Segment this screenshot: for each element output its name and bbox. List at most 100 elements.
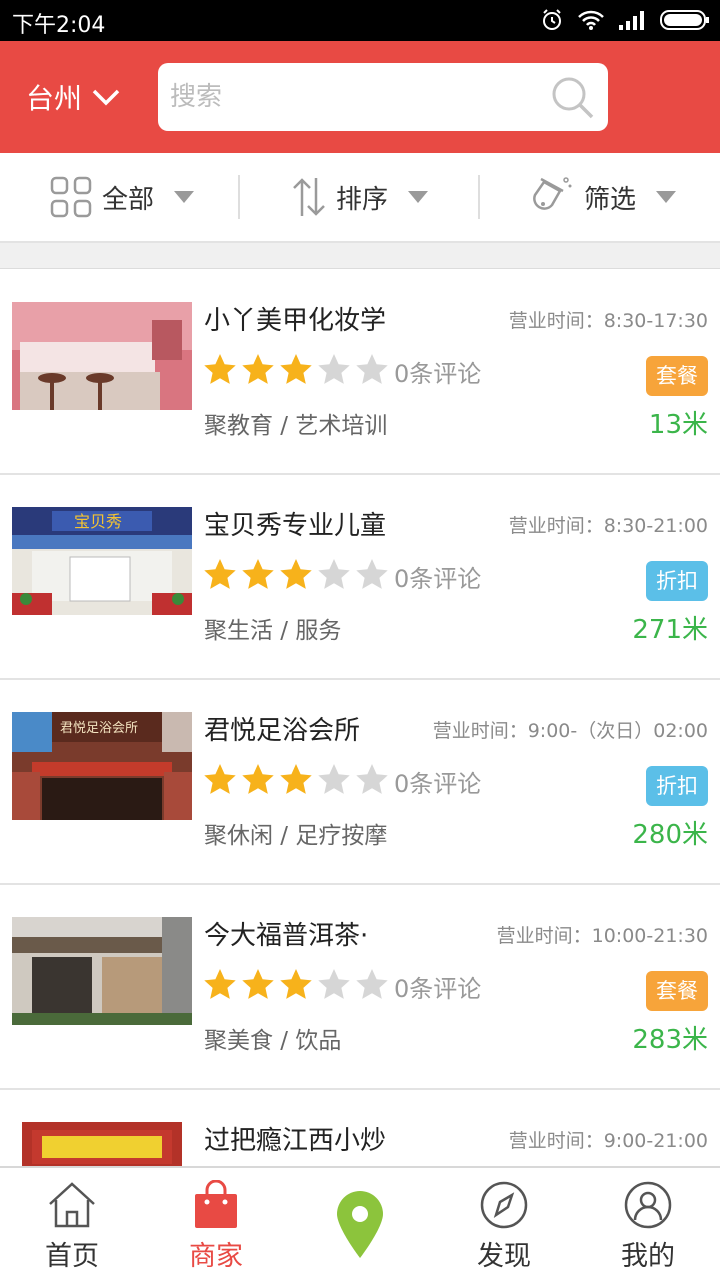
filter-sort[interactable]: 排序	[292, 153, 429, 241]
filter-screen[interactable]: 筛选	[526, 153, 677, 241]
business-hours: 营业时间：10:00-21:30	[496, 925, 708, 947]
shopping-bag-icon	[195, 1180, 237, 1228]
nav-profile-label: 我的	[621, 1241, 675, 1272]
compass-icon	[480, 1181, 528, 1229]
filter-all[interactable]: 全部	[50, 153, 195, 241]
bottom-nav: 首页 商家 发现 我的	[0, 1166, 720, 1280]
sort-arrows-icon	[293, 178, 325, 216]
merchant-category: 聚教育 / 艺术培训	[204, 413, 388, 439]
star-filled-icon	[280, 969, 312, 999]
merchant-photo: 君悦足浴会所	[12, 712, 192, 820]
star-filled-icon	[280, 354, 312, 384]
rating-stars	[202, 557, 390, 591]
merchant-photo	[12, 302, 192, 410]
distance: 283米	[632, 1025, 708, 1055]
map-pin-icon	[337, 1191, 383, 1258]
alarm-icon	[543, 9, 561, 30]
star-filled-icon	[242, 764, 274, 794]
user-icon	[624, 1181, 672, 1229]
star-empty-icon	[356, 764, 388, 794]
distance: 271米	[632, 615, 708, 645]
business-hours: 营业时间：8:30-17:30	[508, 310, 708, 332]
battery-icon	[660, 10, 709, 30]
nav-discover-label: 发现	[477, 1241, 531, 1272]
status-bar: 下午2:04	[0, 0, 720, 41]
grid-icon	[50, 176, 92, 218]
review-count: 0条评论	[394, 360, 482, 388]
star-filled-icon	[280, 764, 312, 794]
star-empty-icon	[356, 559, 388, 589]
caret-down-icon	[174, 191, 195, 203]
city-label: 台州	[26, 82, 83, 115]
signal-icon	[619, 11, 644, 30]
home-icon	[49, 1182, 95, 1228]
caret-down-icon	[656, 191, 677, 203]
nav-map[interactable]	[288, 1168, 432, 1280]
star-empty-icon	[318, 559, 350, 589]
merchant-name: 今大福普洱茶·	[204, 921, 369, 951]
review-count: 0条评论	[394, 565, 482, 593]
star-filled-icon	[204, 764, 236, 794]
search-icon[interactable]	[550, 75, 596, 121]
nav-discover[interactable]: 发现	[432, 1168, 576, 1280]
filter-sort-label: 排序	[336, 184, 389, 215]
flask-icon	[533, 177, 572, 210]
city-selector[interactable]: 台州	[26, 77, 120, 117]
merchant-name: 小丫美甲化妆学	[204, 306, 387, 336]
deal-tag: 折扣	[646, 766, 708, 806]
chevron-down-icon	[92, 89, 120, 106]
merchant-list[interactable]: 小丫美甲化妆学 营业时间：8:30-17:30 0条评论 套餐 聚教育 / 艺术…	[0, 270, 720, 1166]
star-empty-icon	[318, 764, 350, 794]
deal-tag: 折扣	[646, 561, 708, 601]
search-box[interactable]	[158, 63, 608, 131]
deal-tag: 套餐	[646, 971, 708, 1011]
distance: 280米	[632, 820, 708, 850]
svg-text:君悦足浴会所: 君悦足浴会所	[60, 721, 138, 736]
nav-home-label: 首页	[45, 1241, 99, 1272]
status-icons	[540, 7, 710, 33]
merchant-category: 聚休闲 / 足疗按摩	[204, 823, 388, 849]
top-header: 台州	[0, 41, 720, 153]
business-hours: 营业时间：9:00-（次日）02:00	[432, 720, 708, 742]
review-count: 0条评论	[394, 770, 482, 798]
star-filled-icon	[204, 559, 236, 589]
status-time: 下午2:04	[12, 13, 106, 38]
merchant-name: 君悦足浴会所	[204, 716, 361, 746]
svg-text:宝贝秀: 宝贝秀	[74, 512, 122, 531]
nav-home[interactable]: 首页	[0, 1168, 144, 1280]
wifi-icon	[578, 10, 604, 30]
merchant-name: 过把瘾江西小炒	[204, 1126, 387, 1156]
search-input[interactable]	[170, 77, 530, 117]
list-item[interactable]: 过把瘾江西小炒 营业时间：9:00-21:00	[0, 1090, 720, 1166]
divider	[238, 175, 240, 219]
star-filled-icon	[204, 969, 236, 999]
star-empty-icon	[318, 969, 350, 999]
merchant-category: 聚生活 / 服务	[204, 618, 342, 644]
section-gap	[0, 243, 720, 269]
nav-merchants[interactable]: 商家	[144, 1168, 288, 1280]
list-item[interactable]: 小丫美甲化妆学 营业时间：8:30-17:30 0条评论 套餐 聚教育 / 艺术…	[0, 270, 720, 475]
star-filled-icon	[242, 969, 274, 999]
star-filled-icon	[204, 354, 236, 384]
merchant-category: 聚美食 / 饮品	[204, 1028, 342, 1054]
rating-stars	[202, 352, 390, 386]
deal-tag: 套餐	[646, 356, 708, 396]
list-item[interactable]: 君悦足浴会所 君悦足浴会所 营业时间：9:00-（次日）02:00 0条评论 折…	[0, 680, 720, 885]
list-item[interactable]: 今大福普洱茶· 营业时间：10:00-21:30 0条评论 套餐 聚美食 / 饮…	[0, 885, 720, 1090]
star-empty-icon	[356, 354, 388, 384]
merchant-photo: 宝贝秀	[12, 507, 192, 615]
star-empty-icon	[318, 354, 350, 384]
list-item[interactable]: 宝贝秀 宝贝秀专业儿童 营业时间：8:30-21:00 0条评论 折扣 聚生活 …	[0, 475, 720, 680]
nav-merchants-label: 商家	[189, 1241, 243, 1272]
rating-stars	[202, 967, 390, 1001]
merchant-photo	[22, 1122, 182, 1166]
business-hours: 营业时间：8:30-21:00	[508, 515, 708, 537]
rating-stars	[202, 762, 390, 796]
nav-profile[interactable]: 我的	[576, 1168, 720, 1280]
filter-bar: 全部 排序 筛选	[0, 153, 720, 243]
merchant-photo	[12, 917, 192, 1025]
distance: 13米	[648, 410, 708, 440]
filter-screen-label: 筛选	[584, 184, 637, 215]
divider	[478, 175, 480, 219]
filter-all-label: 全部	[102, 184, 155, 215]
